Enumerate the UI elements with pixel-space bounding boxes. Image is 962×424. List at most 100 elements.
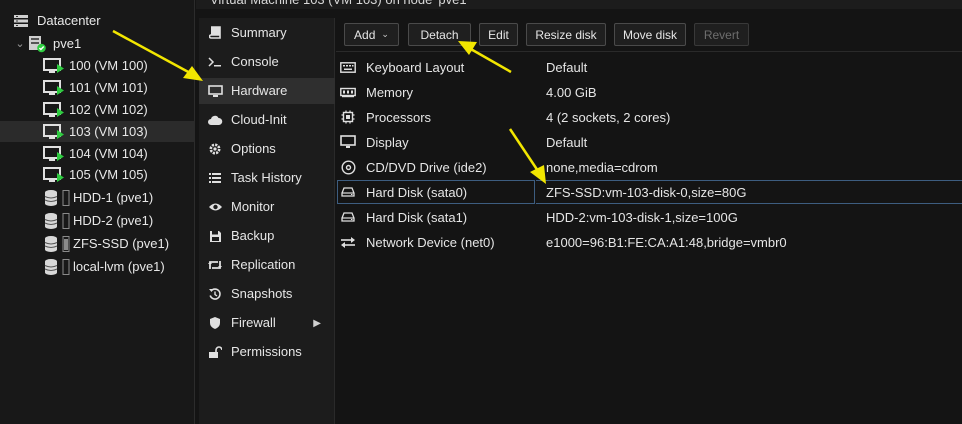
hardware-value: Default: [546, 60, 588, 75]
nav-item-label: Summary: [231, 25, 287, 40]
hardware-value: 4.00 GiB: [546, 85, 597, 100]
nav-item-hardware[interactable]: Hardware: [199, 78, 335, 104]
hardware-toolbar: Add ⌄ Detach Edit Resize disk Move disk …: [336, 18, 962, 52]
hardware-name: Network Device (net0): [366, 235, 495, 250]
tree-item-label: HDD-1 (pve1): [73, 190, 154, 205]
hdd-icon: [340, 184, 356, 200]
hardware-name: Keyboard Layout: [366, 60, 465, 75]
move-disk-button-label: Move disk: [622, 27, 678, 42]
tree-item-label: 101 (VM 101): [69, 80, 148, 95]
move-disk-button[interactable]: Move disk: [614, 23, 686, 46]
hardware-row-memory[interactable]: Memory 4.00 GiB: [336, 80, 962, 105]
revert-button[interactable]: Revert: [694, 23, 749, 46]
edit-button[interactable]: Edit: [479, 23, 518, 46]
tree-item-storage-local-lvm[interactable]: local-lvm (pve1): [0, 256, 195, 277]
hardware-value: Default: [546, 135, 588, 150]
nav-item-label: Permissions: [231, 344, 302, 359]
nav-item-summary[interactable]: Summary: [199, 20, 335, 46]
hardware-row-network-device[interactable]: Network Device (net0) e1000=96:B1:FE:CA:…: [336, 230, 962, 255]
vm-running-icon: [43, 145, 65, 163]
shield-icon: [207, 315, 223, 331]
tree-item-vm-100[interactable]: 100 (VM 100): [0, 55, 195, 76]
add-button[interactable]: Add ⌄: [344, 23, 399, 46]
tree-item-vm-102[interactable]: 102 (VM 102): [0, 99, 195, 120]
resource-tree: Datacenter ⌄ pve1 100 (VM 100) 101 (VM 1…: [0, 0, 195, 424]
hardware-row-hard-disk-sata1[interactable]: Hard Disk (sata1) HDD-2:vm-103-disk-1,si…: [336, 205, 962, 230]
nav-item-console[interactable]: Console: [199, 49, 335, 75]
nav-item-options[interactable]: Options: [199, 136, 335, 162]
hardware-name: Hard Disk (sata0): [366, 185, 468, 200]
submenu-arrow-icon: ▶: [313, 317, 321, 329]
resize-disk-button-label: Resize disk: [535, 27, 597, 42]
nav-item-replication[interactable]: Replication: [199, 252, 335, 278]
tree-item-label: 104 (VM 104): [69, 146, 148, 161]
tree-item-label: 102 (VM 102): [69, 102, 148, 117]
tree-item-vm-104[interactable]: 104 (VM 104): [0, 143, 195, 164]
add-button-label: Add: [354, 27, 376, 42]
floppy-icon: [207, 228, 223, 244]
hardware-row-processors[interactable]: Processors 4 (2 sockets, 2 cores): [336, 105, 962, 130]
hardware-row-display[interactable]: Display Default: [336, 130, 962, 155]
detach-button[interactable]: Detach: [408, 23, 471, 46]
nav-item-label: Firewall: [231, 315, 276, 330]
tree-item-node-pve1[interactable]: ⌄ pve1: [0, 33, 195, 54]
vm-running-icon: [43, 123, 65, 141]
nav-item-backup[interactable]: Backup: [199, 223, 335, 249]
tree-item-label: 105 (VM 105): [69, 167, 148, 182]
tree-item-storage-hdd-2[interactable]: HDD-2 (pve1): [0, 210, 195, 231]
nav-item-task-history[interactable]: Task History: [199, 165, 335, 191]
memory-icon: [340, 84, 356, 100]
tree-item-vm-103[interactable]: 103 (VM 103): [0, 121, 195, 142]
revert-button-label: Revert: [703, 27, 740, 42]
nav-item-label: Snapshots: [231, 286, 293, 301]
nav-item-firewall[interactable]: Firewall ▶: [199, 310, 335, 336]
cloud-icon: [207, 112, 223, 128]
vm-running-icon: [43, 79, 65, 97]
chevron-down-icon[interactable]: ⌄: [14, 37, 26, 50]
hardware-value: none,media=cdrom: [546, 160, 658, 175]
tree-item-storage-hdd-1[interactable]: HDD-1 (pve1): [0, 187, 195, 208]
retweet-icon: [207, 257, 223, 273]
network-exchange-icon: [340, 234, 356, 250]
chevron-down-icon: ⌄: [381, 29, 389, 39]
tree-item-vm-105[interactable]: 105 (VM 105): [0, 164, 195, 185]
nav-item-label: Console: [231, 54, 279, 69]
hardware-name: Hard Disk (sata1): [366, 210, 468, 225]
eye-icon: [207, 199, 223, 215]
tree-item-vm-101[interactable]: 101 (VM 101): [0, 77, 195, 98]
nav-item-snapshots[interactable]: Snapshots: [199, 281, 335, 307]
storage-icon: [44, 235, 70, 253]
nav-item-label: Cloud-Init: [231, 112, 287, 127]
tree-item-label: ZFS-SSD (pve1): [73, 236, 170, 251]
hardware-row-cdrom[interactable]: CD/DVD Drive (ide2) none,media=cdrom: [336, 155, 962, 180]
vm-title: Virtual Machine 103 (VM 103) on node 'pv…: [210, 0, 469, 9]
hardware-row-hard-disk-sata0[interactable]: Hard Disk (sata0) ZFS-SSD:vm-103-disk-0,…: [336, 180, 962, 205]
book-icon: [207, 25, 223, 41]
hardware-name: Processors: [366, 110, 432, 125]
resize-disk-button[interactable]: Resize disk: [526, 23, 606, 46]
nav-item-label: Task History: [231, 170, 302, 185]
gear-icon: [207, 141, 223, 157]
hardware-value: HDD-2:vm-103-disk-1,size=100G: [546, 210, 738, 225]
vm-title-bar: Virtual Machine 103 (VM 103) on node 'pv…: [196, 0, 962, 9]
tree-item-datacenter[interactable]: Datacenter: [0, 10, 195, 31]
nav-item-label: Monitor: [231, 199, 275, 214]
nav-item-label: Hardware: [231, 83, 288, 98]
nav-item-monitor[interactable]: Monitor: [199, 194, 335, 220]
tree-item-label: HDD-2 (pve1): [73, 213, 154, 228]
terminal-icon: [207, 54, 223, 70]
keyboard-icon: [340, 59, 356, 75]
hardware-value: e1000=96:B1:FE:CA:A1:48,bridge=vmbr0: [546, 235, 787, 250]
hardware-name: Memory: [366, 85, 413, 100]
edit-button-label: Edit: [488, 27, 509, 42]
nav-item-permissions[interactable]: Permissions: [199, 339, 335, 365]
vm-running-icon: [43, 101, 65, 119]
storage-icon: [44, 258, 70, 276]
tree-item-label: Datacenter: [37, 13, 101, 28]
nav-item-cloud-init[interactable]: Cloud-Init: [199, 107, 335, 133]
unlock-icon: [207, 344, 223, 360]
tree-item-storage-zfs-ssd[interactable]: ZFS-SSD (pve1): [0, 233, 195, 254]
hardware-name: Display: [366, 135, 409, 150]
hardware-row-keyboard-layout[interactable]: Keyboard Layout Default: [336, 55, 962, 80]
hardware-value: 4 (2 sockets, 2 cores): [546, 110, 671, 125]
